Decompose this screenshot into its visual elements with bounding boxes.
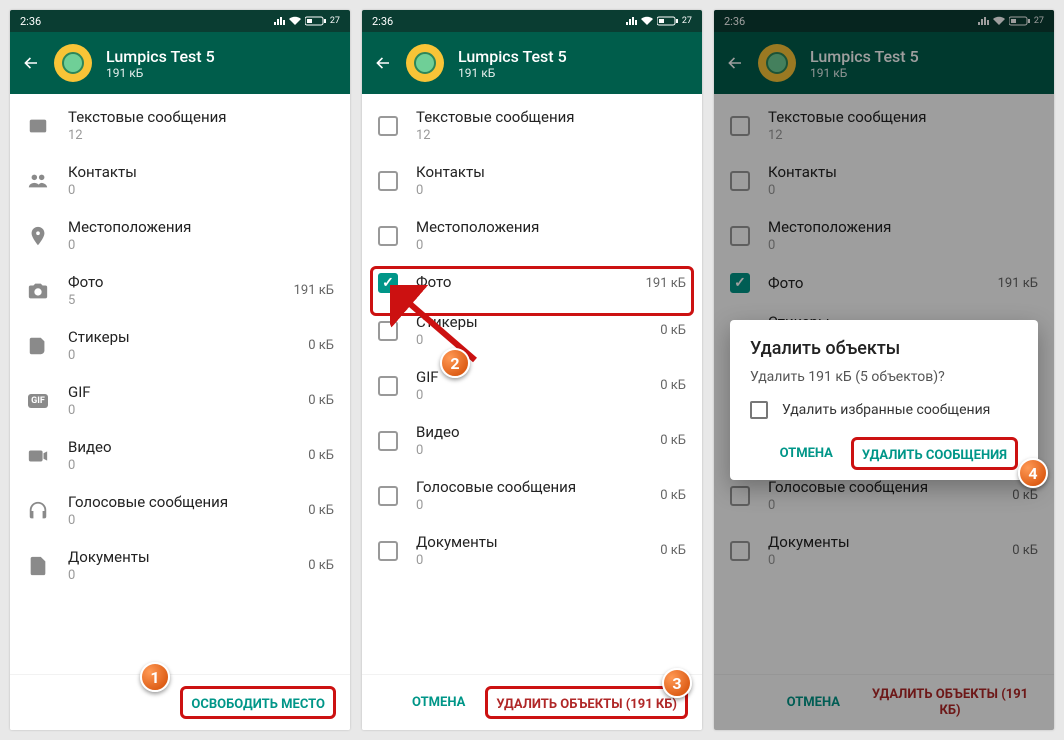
checkbox[interactable]: [378, 541, 398, 561]
document-icon: [26, 554, 50, 578]
checkbox[interactable]: [378, 116, 398, 136]
bottom-bar: ОСВОБОДИТЬ МЕСТО: [10, 674, 350, 730]
row-documents[interactable]: Документы0 0 кБ: [362, 523, 702, 578]
dialog-checkbox[interactable]: [750, 401, 768, 419]
row-locations[interactable]: Местоположения0: [362, 208, 702, 263]
dialog-title: Удалить объекты: [750, 338, 1018, 359]
screen-2-select-items: 2:36 27 Lumpics Test 5 191 кБ Текстовые …: [362, 10, 702, 730]
checkbox[interactable]: [378, 431, 398, 451]
row-gif[interactable]: GIF0 0 кБ: [362, 358, 702, 413]
row-stickers[interactable]: Стикеры0 0 кБ: [362, 303, 702, 358]
back-icon[interactable]: [374, 54, 392, 72]
dialog-delete-button[interactable]: УДАЛИТЬ СООБЩЕНИЯ: [862, 448, 1007, 463]
cancel-button[interactable]: ОТМЕНА: [412, 695, 465, 710]
checkbox[interactable]: [378, 171, 398, 191]
dialog-message: Удалить 191 кБ (5 объектов)?: [750, 369, 1018, 385]
back-icon[interactable]: [22, 54, 40, 72]
checkbox[interactable]: [378, 486, 398, 506]
row-photos[interactable]: Фото 191 кБ: [362, 263, 702, 303]
callout-2: 2: [440, 348, 470, 378]
highlight-free-space: ОСВОБОДИТЬ МЕСТО: [180, 686, 336, 719]
dialog-checkbox-label: Удалить избранные сообщения: [782, 402, 990, 418]
row-voice[interactable]: Голосовые сообщения0 0 кБ: [362, 468, 702, 523]
row-photos[interactable]: Фото5 191 кБ: [10, 263, 350, 318]
row-contacts[interactable]: Контакты0: [10, 153, 350, 208]
camera-icon: [26, 279, 50, 303]
chat-title: Lumpics Test 5: [106, 47, 215, 66]
gif-icon: GIF: [26, 389, 50, 413]
video-icon: [26, 444, 50, 468]
checkbox-checked[interactable]: [378, 273, 398, 293]
row-voice[interactable]: Голосовые сообщения0 0 кБ: [10, 483, 350, 538]
dialog-checkbox-row[interactable]: Удалить избранные сообщения: [750, 401, 1018, 419]
storage-list-select: Текстовые сообщения12 Контакты0 Местопол…: [362, 94, 702, 578]
free-space-button[interactable]: ОСВОБОДИТЬ МЕСТО: [191, 697, 325, 712]
callout-4: 4: [1018, 458, 1048, 488]
app-bar: Lumpics Test 5 191 кБ: [10, 32, 350, 94]
location-icon: [26, 224, 50, 248]
row-video[interactable]: Видео0 0 кБ: [362, 413, 702, 468]
callout-3: 3: [662, 668, 692, 698]
row-contacts[interactable]: Контакты0: [362, 153, 702, 208]
screen-1-storage-overview: 2:36 27 Lumpics Test 5 191 кБ Текстовые …: [10, 10, 350, 730]
bottom-bar: ОТМЕНА УДАЛИТЬ ОБЪЕКТЫ (191 КБ): [362, 674, 702, 730]
row-text-messages[interactable]: Текстовые сообщения12: [362, 98, 702, 153]
row-stickers[interactable]: Стикеры0 0 кБ: [10, 318, 350, 373]
storage-list: Текстовые сообщения12 Контакты0 Местопол…: [10, 94, 350, 593]
screen-3-delete-dialog: 2:36 27 Lumpics Test 5 191 кБ Текстовые …: [714, 10, 1054, 730]
row-documents[interactable]: Документы0 0 кБ: [10, 538, 350, 593]
row-size: 191 кБ: [294, 283, 334, 298]
row-text-messages[interactable]: Текстовые сообщения12: [10, 98, 350, 153]
avatar[interactable]: [406, 44, 444, 82]
checkbox[interactable]: [378, 376, 398, 396]
status-bar: 2:36 27: [10, 10, 350, 32]
delete-dialog: Удалить объекты Удалить 191 кБ (5 объект…: [730, 320, 1038, 480]
checkbox[interactable]: [378, 226, 398, 246]
chat-size: 191 кБ: [106, 66, 215, 80]
highlight-delete-objects: УДАЛИТЬ ОБЪЕКТЫ (191 КБ): [485, 686, 688, 720]
status-icons: 27: [273, 16, 340, 26]
status-bar: 2:36 27: [362, 10, 702, 32]
headphones-icon: [26, 499, 50, 523]
status-time: 2:36: [20, 15, 41, 28]
contacts-icon: [26, 169, 50, 193]
dialog-cancel-button[interactable]: ОТМЕНА: [780, 446, 833, 461]
sticker-icon: [26, 334, 50, 358]
app-bar: Lumpics Test 5 191 кБ: [362, 32, 702, 94]
text-icon: [26, 114, 50, 138]
row-video[interactable]: Видео0 0 кБ: [10, 428, 350, 483]
avatar[interactable]: [54, 44, 92, 82]
row-locations[interactable]: Местоположения0: [10, 208, 350, 263]
row-gif[interactable]: GIF GIF0 0 кБ: [10, 373, 350, 428]
delete-objects-button[interactable]: УДАЛИТЬ ОБЪЕКТЫ (191 КБ): [496, 697, 677, 712]
highlight-delete-messages: УДАЛИТЬ СООБЩЕНИЯ: [851, 437, 1018, 470]
callout-1: 1: [140, 662, 170, 692]
checkbox[interactable]: [378, 321, 398, 341]
